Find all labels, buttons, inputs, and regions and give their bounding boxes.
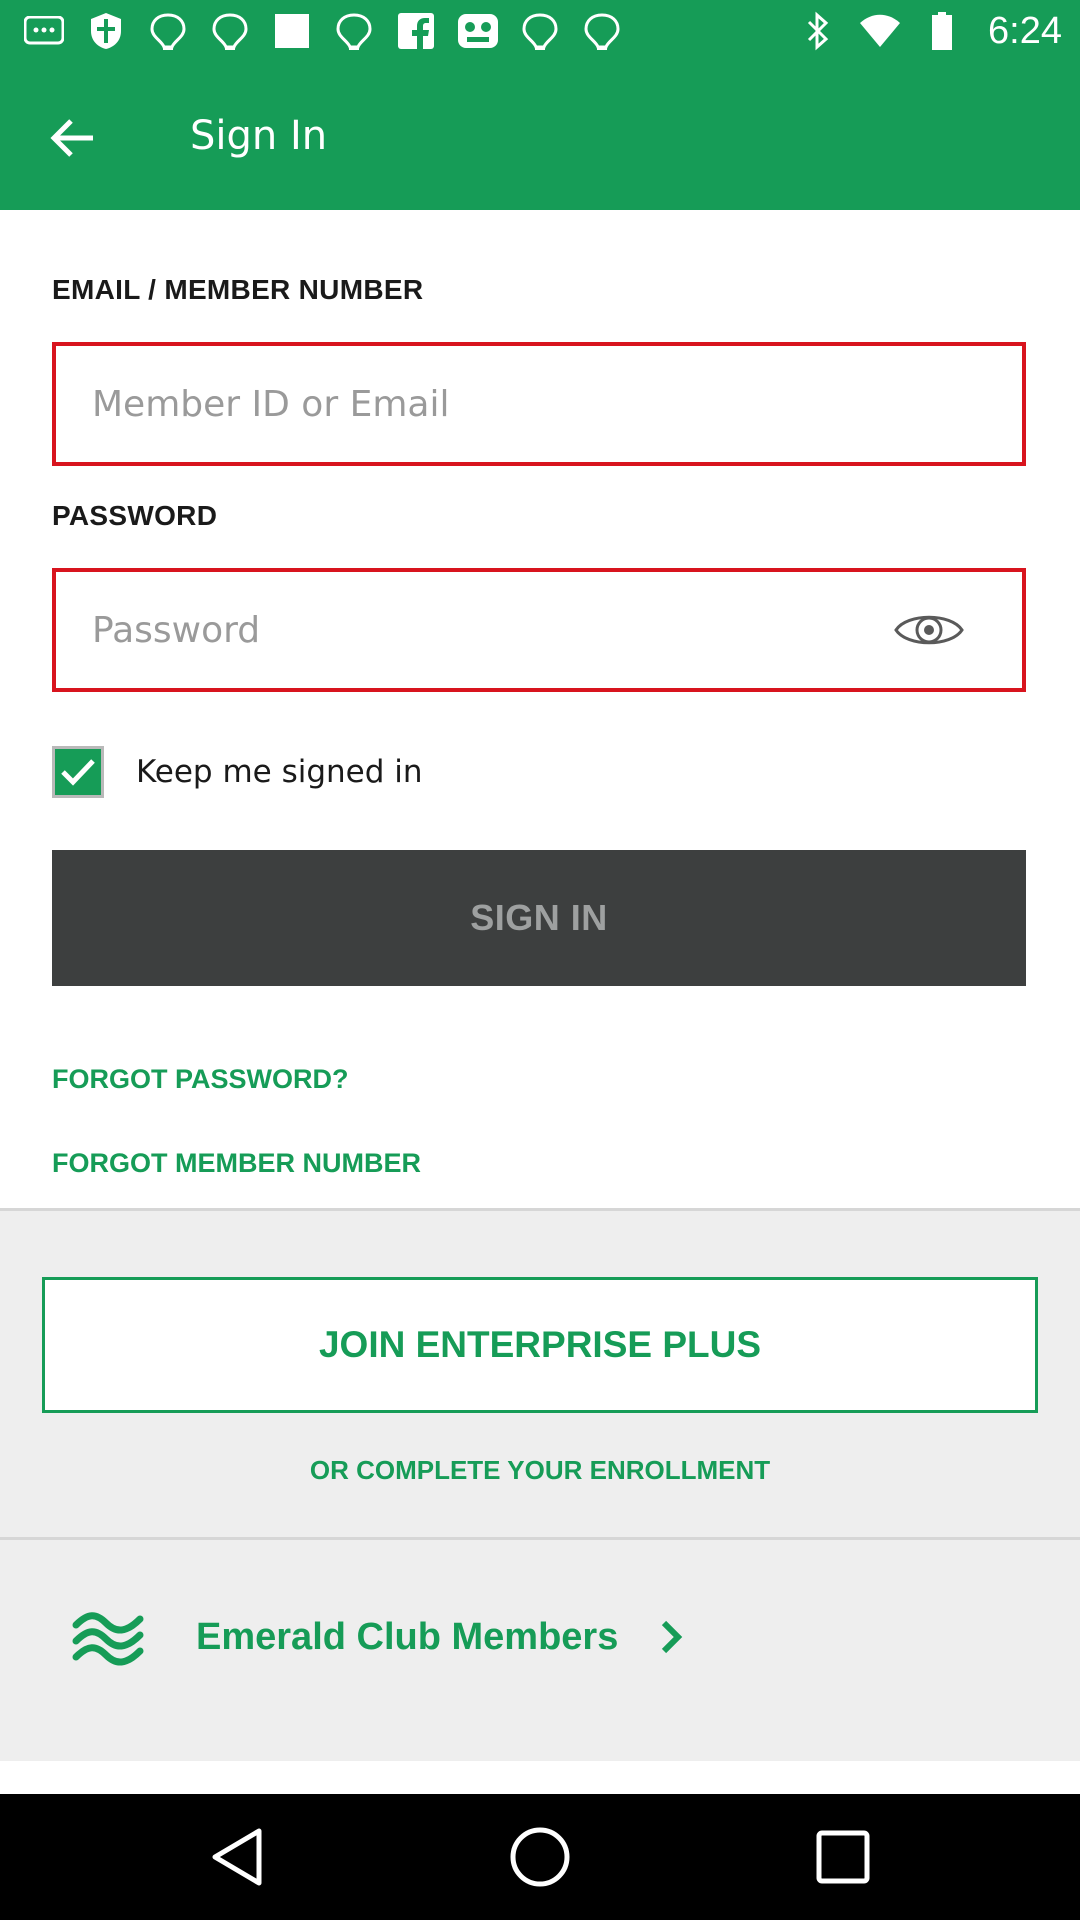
password-field-box [52, 568, 1026, 692]
section-divider [0, 1537, 1080, 1540]
arrow-left-icon [50, 119, 93, 157]
facebook-icon [394, 10, 438, 52]
password-label: PASSWORD [52, 500, 218, 531]
status-bar: 6:24 [0, 0, 1080, 62]
square-recents-icon [816, 1830, 870, 1884]
eye-icon [894, 615, 964, 645]
bluetooth-icon [796, 10, 840, 52]
battery-icon [920, 10, 964, 52]
keep-signed-in-row: Keep me signed in [52, 744, 423, 800]
system-status: 6:24 [796, 10, 1062, 52]
wifi-icon [208, 10, 252, 52]
email-field-box [52, 342, 1026, 466]
sign-in-screen: 6:24 Sign In EMAIL / MEMBER NUMBER PASSW… [0, 0, 1080, 1920]
triangle-back-icon [212, 1828, 262, 1886]
email-label: EMAIL / MEMBER NUMBER [52, 274, 424, 305]
forgot-member-number-link[interactable]: FORGOT MEMBER NUMBER [52, 1148, 421, 1179]
nav-home-button[interactable] [507, 1824, 573, 1890]
checkmark-icon [61, 759, 95, 786]
password-field[interactable] [92, 572, 852, 688]
forgot-password-link[interactable]: FORGOT PASSWORD? [52, 1064, 349, 1095]
page-title: Sign In [190, 113, 328, 159]
enrollment-section: JOIN ENTERPRISE PLUS OR COMPLETE YOUR EN… [0, 1208, 1080, 1761]
keep-signed-in-checkbox[interactable] [52, 746, 104, 798]
keep-signed-in-label: Keep me signed in [136, 754, 423, 790]
status-time: 6:24 [988, 9, 1062, 52]
email-field[interactable] [92, 346, 912, 462]
emerald-club-label: Emerald Club Members [196, 1615, 619, 1658]
back-button[interactable] [36, 102, 108, 174]
nav-recents-button[interactable] [810, 1824, 876, 1890]
square-icon [270, 10, 314, 52]
game-icon [456, 10, 500, 52]
complete-enrollment-link[interactable]: OR COMPLETE YOUR ENROLLMENT [0, 1455, 1080, 1486]
join-enterprise-plus-button[interactable]: JOIN ENTERPRISE PLUS [42, 1277, 1038, 1413]
system-nav-bar [0, 1794, 1080, 1920]
shield-icon [84, 10, 128, 52]
notification-icons [22, 10, 624, 52]
wifi-icon [518, 10, 562, 52]
wifi-icon [146, 10, 190, 52]
chevron-right-icon [656, 1617, 686, 1657]
circle-home-icon [510, 1827, 570, 1887]
wifi-signal-icon [858, 10, 902, 52]
emerald-club-link[interactable]: Emerald Club Members [72, 1587, 686, 1687]
message-icon [22, 10, 66, 52]
wifi-icon [580, 10, 624, 52]
emerald-club-logo-icon [72, 1612, 144, 1666]
nav-back-button[interactable] [204, 1824, 270, 1890]
sign-in-button[interactable]: SIGN IN [52, 850, 1026, 986]
app-bar: Sign In [0, 62, 1080, 210]
show-password-button[interactable] [892, 606, 966, 654]
wifi-icon [332, 10, 376, 52]
